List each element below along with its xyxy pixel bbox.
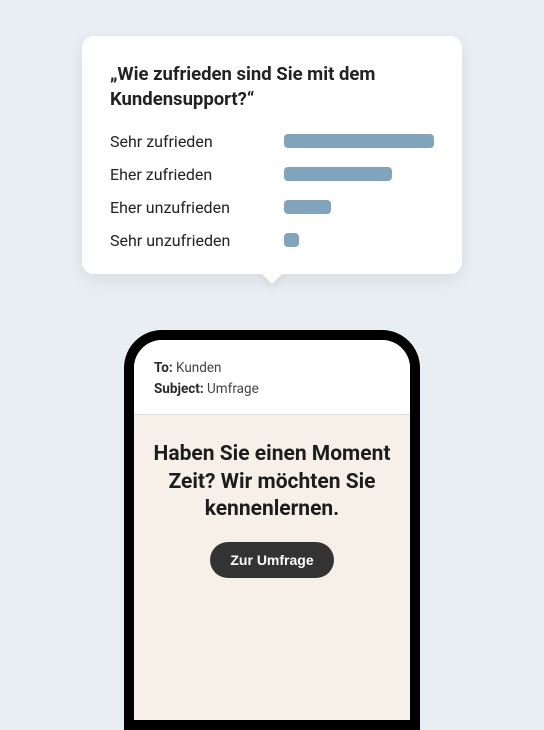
survey-row: Sehr zufrieden <box>110 132 434 151</box>
survey-row-label: Eher unzufrieden <box>110 198 260 217</box>
email-subject-key: Subject <box>154 381 200 397</box>
bar-track <box>284 200 434 214</box>
survey-row: Eher zufrieden <box>110 165 434 184</box>
email-header: To: Kunden Subject: Umfrage <box>134 340 410 415</box>
bar <box>284 167 392 181</box>
survey-row-label: Sehr zufrieden <box>110 132 260 151</box>
survey-row-label: Eher zufrieden <box>110 165 260 184</box>
bar <box>284 200 331 214</box>
survey-question: „Wie zufrieden sind Sie mit dem Kundensu… <box>110 62 434 112</box>
tooltip-pointer-icon <box>260 272 284 284</box>
survey-results-card: „Wie zufrieden sind Sie mit dem Kundensu… <box>82 36 462 274</box>
bar-track <box>284 233 434 247</box>
bar-track <box>284 134 434 148</box>
email-to-key: To <box>154 360 169 376</box>
survey-row: Sehr unzufrieden <box>110 231 434 250</box>
bar <box>284 233 299 247</box>
phone-frame: To: Kunden Subject: Umfrage Haben Sie ei… <box>124 330 420 730</box>
bar-track <box>284 167 434 181</box>
email-subject-line: Subject: Umfrage <box>154 379 390 400</box>
email-body: Haben Sie einen Moment Zeit? Wir möchten… <box>134 415 410 720</box>
survey-row-label: Sehr unzufrieden <box>110 231 260 250</box>
survey-cta-button[interactable]: Zur Umfrage <box>210 542 333 578</box>
bar <box>284 134 434 148</box>
survey-row: Eher unzufrieden <box>110 198 434 217</box>
email-to-line: To: Kunden <box>154 358 390 379</box>
email-subject-value: Umfrage <box>207 381 259 397</box>
phone-screen: To: Kunden Subject: Umfrage Haben Sie ei… <box>134 340 410 720</box>
survey-rows: Sehr zufrieden Eher zufrieden Eher unzuf… <box>110 132 434 250</box>
email-to-value: Kunden <box>176 360 221 376</box>
email-headline: Haben Sie einen Moment Zeit? Wir möchten… <box>152 441 392 524</box>
